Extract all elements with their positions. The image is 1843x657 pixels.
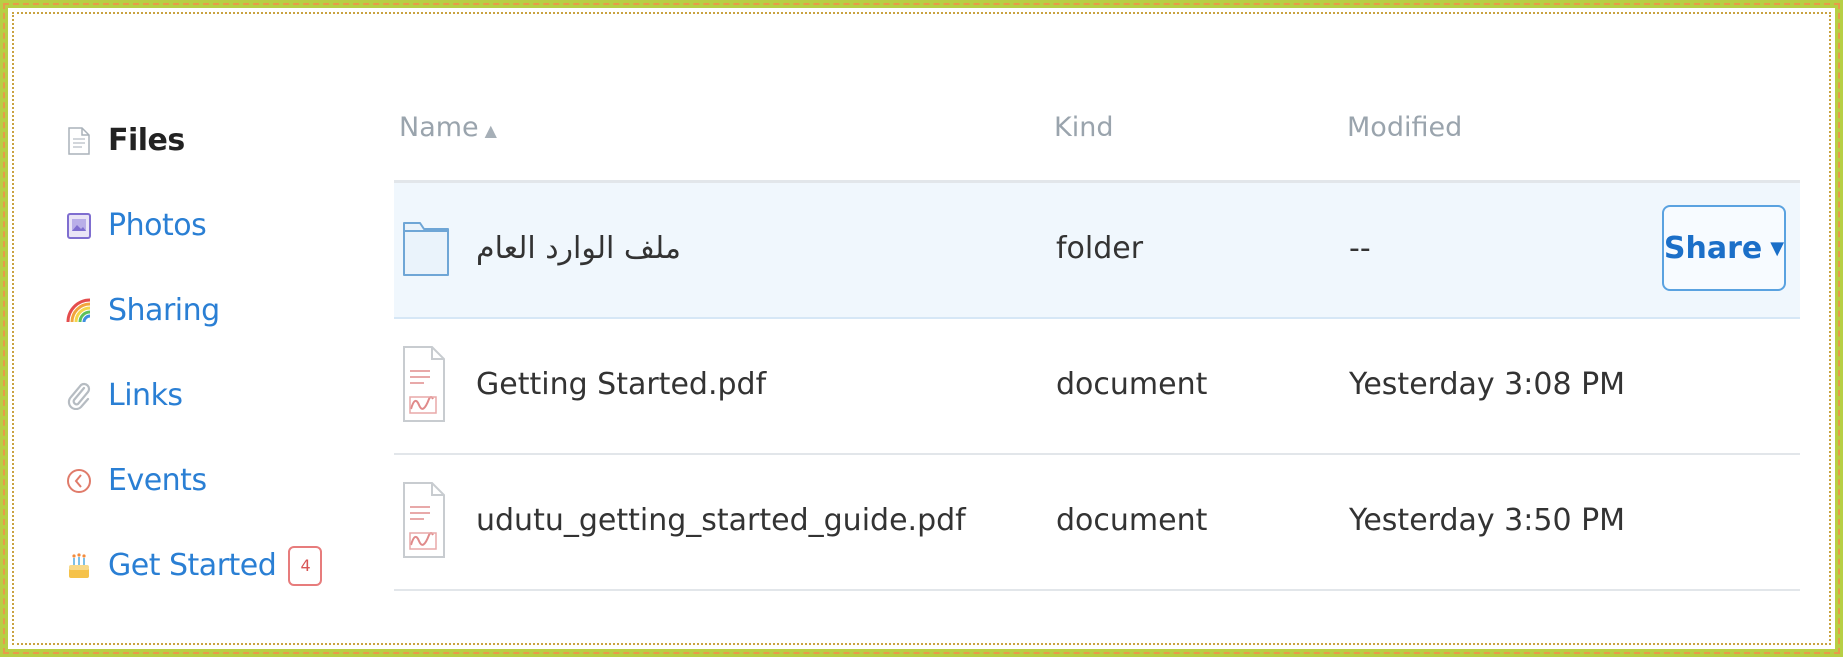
sidebar-item-label: Photos (108, 208, 207, 243)
rainbow-icon (66, 296, 92, 326)
sidebar: Files Photos Sharing Links Events Get St… (66, 98, 356, 608)
sidebar-item-label: Files (108, 123, 185, 158)
file-kind: folder (1056, 231, 1144, 266)
cake-icon (66, 551, 92, 581)
photo-icon (66, 211, 92, 241)
share-button[interactable]: Share ▼ (1662, 205, 1786, 291)
sidebar-item-label: Links (108, 378, 183, 413)
sidebar-item-photos[interactable]: Photos (66, 183, 356, 268)
clock-icon (66, 466, 92, 496)
file-kind: document (1056, 367, 1208, 402)
sidebar-item-sharing[interactable]: Sharing (66, 268, 356, 353)
column-header-modified[interactable]: Modified (1347, 112, 1462, 143)
table-row[interactable]: Getting Started.pdf document Yesterday 3… (394, 319, 1800, 455)
file-modified: -- (1349, 231, 1371, 266)
count-badge: 4 (288, 545, 323, 586)
file-name[interactable]: ملف الوارد العام (476, 231, 681, 266)
sidebar-item-label: Sharing (108, 293, 220, 328)
file-icon (66, 126, 92, 156)
sort-ascending-icon: ▲ (484, 121, 497, 140)
table-header: Name ▲ Kind Modified (394, 98, 1800, 183)
app-frame: Files Photos Sharing Links Events Get St… (0, 0, 1843, 657)
file-modified: Yesterday 3:08 PM (1349, 367, 1626, 402)
paperclip-icon (66, 381, 92, 411)
column-header-name[interactable]: Name ▲ (399, 112, 497, 143)
file-table: Name ▲ Kind Modified ملف الوارد العام fol… (394, 98, 1800, 591)
chevron-down-icon: ▼ (1770, 237, 1785, 259)
pdf-icon (402, 343, 446, 435)
table-row[interactable]: udutu_getting_started_guide.pdf document… (394, 455, 1800, 591)
share-label: Share (1663, 230, 1763, 266)
column-header-kind[interactable]: Kind (1054, 112, 1113, 143)
file-name[interactable]: udutu_getting_started_guide.pdf (476, 503, 966, 538)
file-kind: document (1056, 503, 1208, 538)
file-modified: Yesterday 3:50 PM (1349, 503, 1626, 538)
pdf-icon (402, 479, 446, 571)
sidebar-item-label: Events (108, 463, 207, 498)
file-name[interactable]: Getting Started.pdf (476, 367, 766, 402)
folder-icon (402, 207, 450, 287)
table-row[interactable]: ملف الوارد العام folder -- Share ▼ (394, 183, 1800, 319)
sidebar-item-links[interactable]: Links (66, 353, 356, 438)
sidebar-item-get-started[interactable]: Get Started 4 (66, 523, 356, 608)
sidebar-item-label: Get Started (108, 548, 277, 583)
sidebar-item-events[interactable]: Events (66, 438, 356, 523)
sidebar-item-files[interactable]: Files (66, 98, 356, 183)
